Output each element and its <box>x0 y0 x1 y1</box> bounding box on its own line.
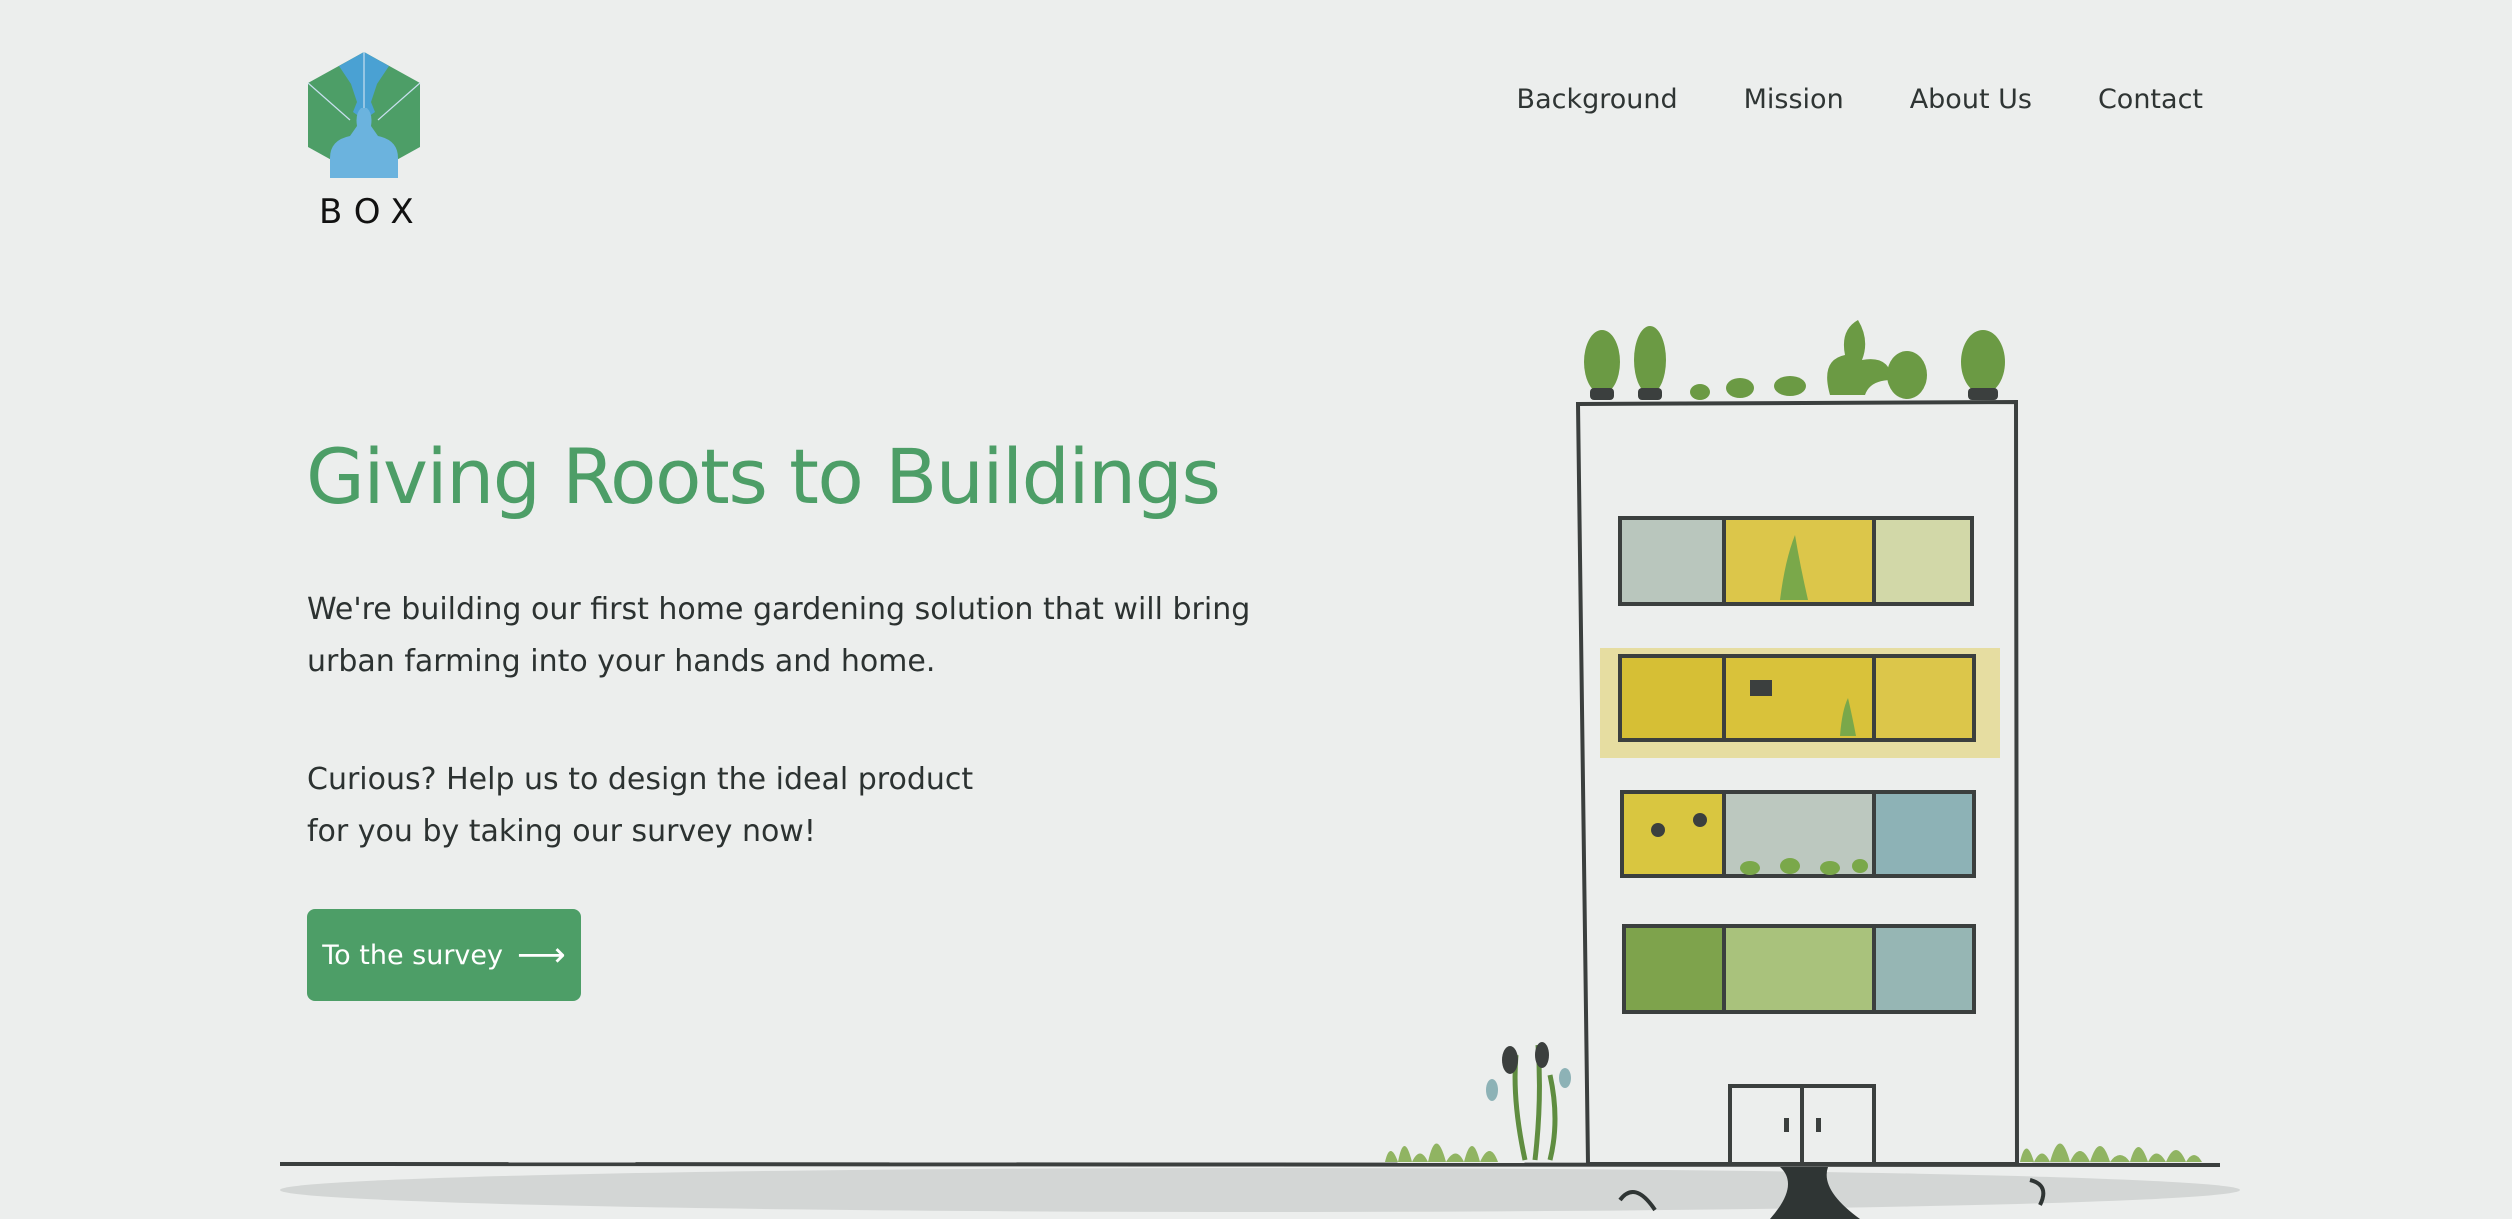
nav-background[interactable]: Background <box>1517 84 1678 115</box>
main-nav: Background Mission About Us Contact <box>1517 84 2203 115</box>
nav-mission[interactable]: Mission <box>1744 84 1844 115</box>
building-illustration <box>280 320 2240 1219</box>
hexagon-people-icon <box>307 52 421 178</box>
logo-text: BOX <box>319 192 426 232</box>
nav-about-us[interactable]: About Us <box>1910 84 2032 115</box>
nav-contact[interactable]: Contact <box>2098 84 2203 115</box>
logo[interactable]: BOX <box>305 50 426 232</box>
